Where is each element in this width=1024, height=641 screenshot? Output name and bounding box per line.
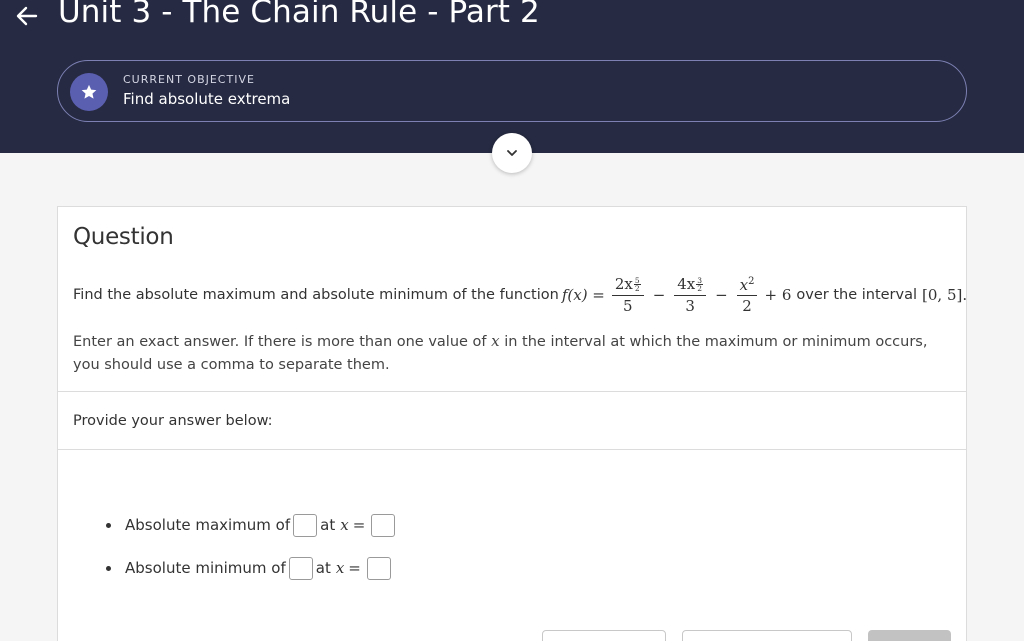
equals-sign: = — [348, 559, 361, 577]
secondary-button-wide[interactable] — [682, 630, 852, 641]
bullet — [106, 565, 111, 571]
answer-list: Absolute maximum of at x = Absolute mini… — [106, 513, 398, 600]
operator-minus-2: − — [715, 286, 728, 304]
back-arrow-icon[interactable] — [14, 3, 40, 29]
term-3-base: x — [739, 275, 749, 294]
term-1-den: 5 — [623, 296, 633, 315]
interval: [0, 5]. — [922, 286, 968, 304]
variable-x: x — [340, 516, 349, 534]
divider-top — [58, 391, 966, 392]
at-label: at — [315, 559, 331, 577]
min-x-input[interactable] — [366, 556, 391, 580]
divider-bottom — [58, 449, 966, 450]
provide-answer-label: Provide your answer below: — [73, 413, 273, 429]
operator-minus-1: − — [652, 286, 666, 304]
max-label: Absolute maximum of — [125, 516, 291, 534]
question-heading: Question — [73, 224, 174, 250]
min-value-input[interactable] — [288, 556, 313, 580]
chevron-down-icon — [507, 150, 517, 156]
fx-label: f(x) = — [561, 286, 605, 304]
header-bar: Unit 3 - The Chain Rule - Part 2 CURRENT… — [0, 0, 1024, 153]
expand-toggle-button[interactable] — [492, 133, 532, 173]
star-icon — [81, 84, 97, 99]
page-title: Unit 3 - The Chain Rule - Part 2 — [58, 0, 540, 30]
max-value-input[interactable] — [293, 513, 318, 537]
prompt-prefix: Find the absolute maximum and absolute m… — [73, 287, 559, 303]
term-2-coef: 4x — [677, 274, 696, 293]
term-2-den: 3 — [685, 296, 695, 315]
secondary-button[interactable] — [542, 630, 666, 641]
question-instructions: Enter an exact answer. If there is more … — [73, 332, 928, 373]
term-3: x2 2 — [736, 275, 758, 315]
question-card: Question Find the absolute maximum and a… — [57, 206, 967, 641]
constant-term: + 6 — [764, 286, 792, 304]
term-1-exp-den: 2 — [634, 284, 640, 294]
term-3-exp: 2 — [748, 275, 755, 287]
max-x-input[interactable] — [371, 513, 396, 537]
objective-text: Find absolute extrema — [123, 90, 291, 108]
at-label: at — [320, 516, 336, 534]
min-label: Absolute minimum of — [125, 559, 286, 577]
question-prompt: Find the absolute maximum and absolute m… — [73, 269, 967, 321]
variable-x: x — [335, 559, 345, 577]
objective-label: CURRENT OBJECTIVE — [123, 73, 255, 86]
prompt-suffix: over the interval — [796, 287, 918, 303]
term-2-exp-den: 2 — [697, 284, 703, 294]
bullet — [106, 522, 111, 528]
submit-button[interactable] — [868, 630, 951, 641]
answer-row-max: Absolute maximum of at x = — [106, 513, 398, 537]
objective-badge — [70, 73, 108, 111]
term-2: 4x 3 2 3 — [674, 274, 707, 315]
term-3-den: 2 — [742, 297, 752, 315]
equals-sign: = — [352, 516, 366, 534]
instructions-variable: x — [491, 332, 500, 350]
current-objective-panel: CURRENT OBJECTIVE Find absolute extrema — [57, 60, 967, 122]
term-1: 2x 5 2 5 — [611, 274, 644, 315]
answer-row-min: Absolute minimum of at x = — [106, 556, 398, 580]
term-1-coef: 2x — [614, 274, 633, 293]
function-expression: f(x) = 2x 5 2 5 − 4x 3 2 3 − x2 2 + 6 — [562, 276, 792, 315]
